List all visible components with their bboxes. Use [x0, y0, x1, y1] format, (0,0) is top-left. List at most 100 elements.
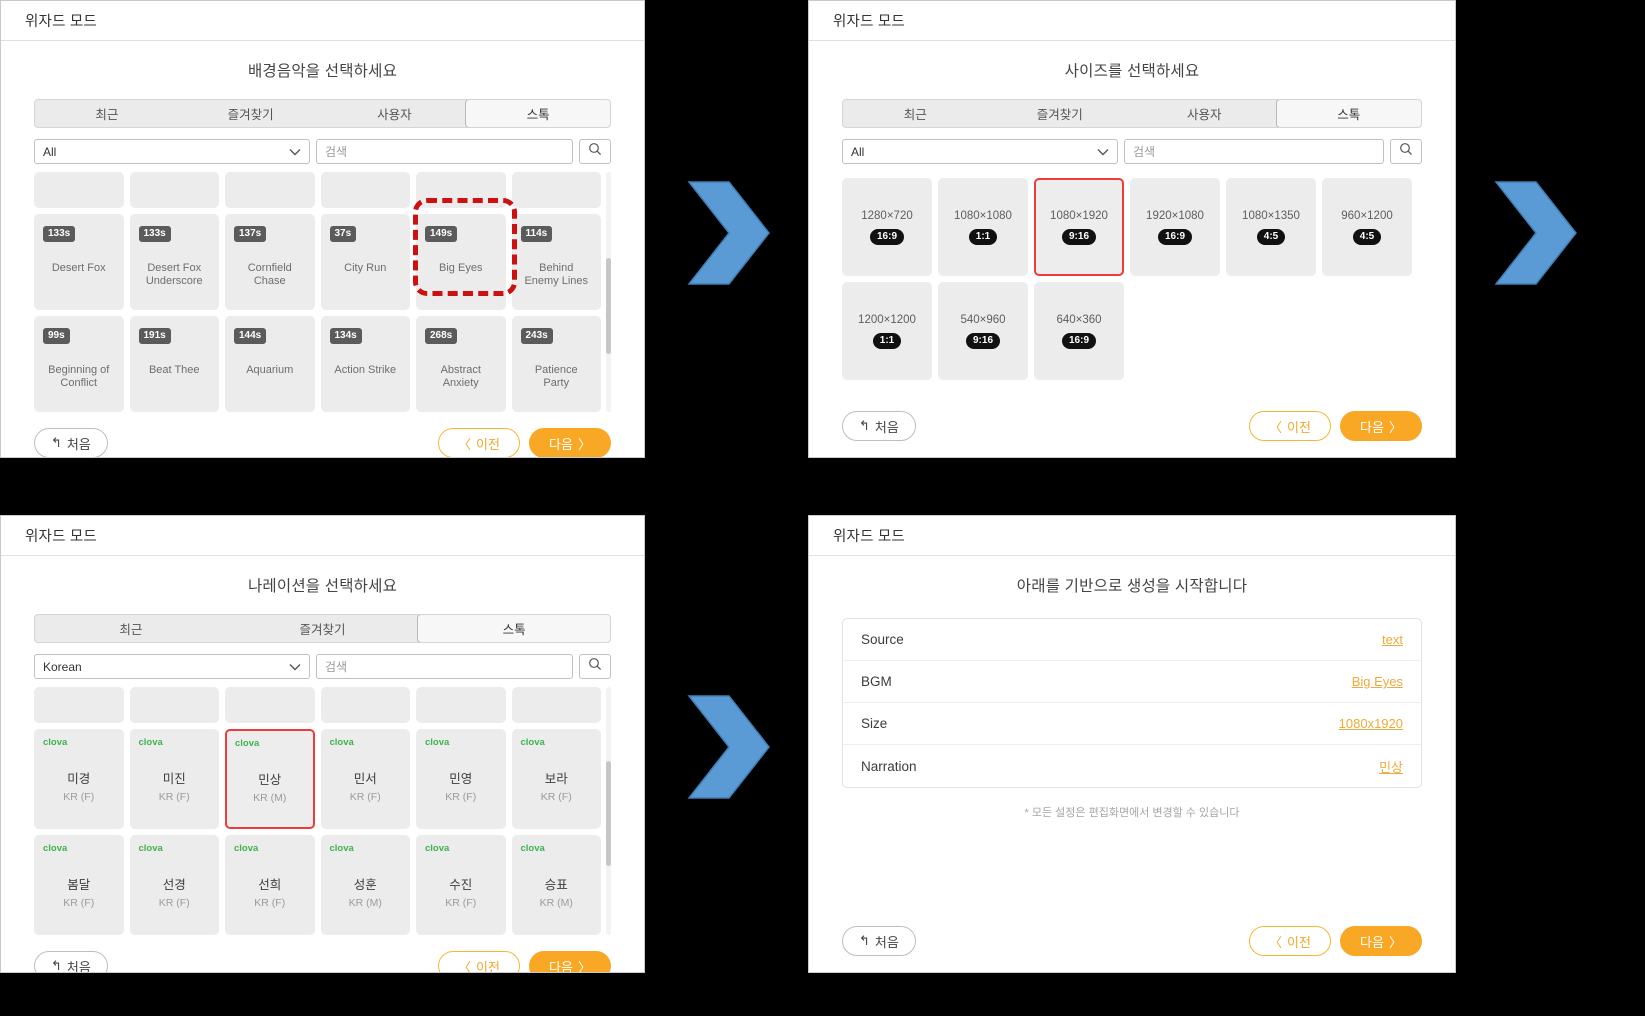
- page-title: 나레이션을 선택하세요: [247, 578, 398, 595]
- search-placeholder: 검색: [1133, 145, 1156, 159]
- bgm-card[interactable]: 149s Big Eyes: [416, 214, 506, 310]
- summary-value-link[interactable]: 1080x1920: [1339, 716, 1403, 731]
- summary-value-link[interactable]: text: [1382, 632, 1403, 647]
- vendor-tag: clova: [329, 843, 354, 854]
- page-title: 배경음악을 선택하세요: [247, 63, 398, 80]
- summary-value-link[interactable]: 민상: [1379, 757, 1403, 776]
- home-button[interactable]: ↰ 처음: [34, 428, 108, 457]
- bgm-card[interactable]: 133s Desert Fox Underscore: [129, 214, 219, 310]
- bgm-grid-scroll[interactable]: 133s Desert Fox 133s Desert Fox Underscore 1…: [34, 172, 611, 412]
- summary-value-link[interactable]: Big Eyes: [1352, 674, 1403, 689]
- size-card[interactable]: 640×360 16:9: [1034, 282, 1124, 380]
- voice-card[interactable]: clova 미경 KR (F): [34, 729, 124, 829]
- duration-badge: 137s: [234, 226, 267, 242]
- prev-button[interactable]: 〈 이전: [438, 951, 520, 972]
- search-button[interactable]: [1390, 139, 1422, 164]
- search-input[interactable]: 검색: [316, 654, 573, 679]
- bgm-card[interactable]: 191s Beat Thee: [129, 316, 219, 412]
- tab-user[interactable]: 사용자: [323, 100, 467, 127]
- narration-grid-scroll[interactable]: clova 미경 KR (F) clova 미진 KR (F) clova 민상 KR (M) c…: [34, 687, 611, 935]
- size-card[interactable]: 1200×1200 1:1: [842, 282, 932, 380]
- scrollbar-vertical[interactable]: [606, 172, 611, 412]
- voice-card[interactable]: clova 성훈 KR (M): [320, 835, 410, 935]
- voice-card[interactable]: clova 봄달 KR (F): [34, 835, 124, 935]
- tab-stock[interactable]: 스톡: [1275, 100, 1421, 127]
- next-button[interactable]: 다음 〉: [529, 428, 611, 457]
- tab-stock[interactable]: 스톡: [417, 615, 610, 642]
- tab-favorites[interactable]: 즐겨찾기: [227, 615, 419, 642]
- vendor-tag: clova: [235, 738, 260, 749]
- bgm-card[interactable]: 243s Patience Party: [511, 316, 601, 412]
- size-card[interactable]: 1280×720 16:9: [842, 178, 932, 276]
- size-card[interactable]: 1080×1920 9:16: [1034, 178, 1124, 276]
- tab-stock[interactable]: 스톡: [465, 100, 610, 127]
- summary-key: Size: [861, 716, 888, 731]
- prev-button-label: 이전: [1287, 934, 1311, 950]
- size-card[interactable]: 1080×1080 1:1: [938, 178, 1028, 276]
- next-button[interactable]: 다음 〉: [529, 951, 611, 972]
- size-grid-scroll[interactable]: 1280×720 16:9 1080×1080 1:1 1080×1920 9:16 192…: [842, 172, 1422, 395]
- duration-badge: 268s: [425, 328, 458, 344]
- prev-button[interactable]: 〈 이전: [438, 428, 520, 457]
- voice-card[interactable]: clova 선경 KR (F): [129, 835, 219, 935]
- prev-button[interactable]: 〈 이전: [1249, 926, 1331, 956]
- tab-favorites[interactable]: 즐겨찾기: [988, 100, 1133, 127]
- nav-buttons: 〈 이전 다음 〉: [438, 428, 611, 457]
- card-partial: [129, 687, 219, 723]
- voice-card[interactable]: clova 선희 KR (F): [225, 835, 315, 935]
- vendor-tag: clova: [520, 737, 545, 748]
- size-card[interactable]: 540×960 9:16: [938, 282, 1028, 380]
- tab-recent[interactable]: 최근: [843, 100, 988, 127]
- size-card[interactable]: 960×1200 4:5: [1322, 178, 1412, 276]
- search-button[interactable]: [579, 139, 611, 164]
- voice-card[interactable]: clova 수진 KR (F): [416, 835, 506, 935]
- voice-card[interactable]: clova 승표 KR (M): [511, 835, 601, 935]
- tab-recent[interactable]: 최근: [35, 100, 179, 127]
- vendor-tag: clova: [43, 737, 68, 748]
- home-button[interactable]: ↰ 처음: [842, 926, 916, 956]
- category-select[interactable]: All: [34, 139, 310, 164]
- scrollbar-vertical[interactable]: [606, 687, 611, 935]
- window-title: 위자드 모드: [833, 14, 905, 30]
- undo-arrow-icon: ↰: [859, 418, 870, 433]
- summary-row: Source text: [843, 619, 1421, 661]
- home-button[interactable]: ↰ 처음: [842, 411, 916, 441]
- scrollbar-thumb[interactable]: [606, 258, 611, 355]
- tab-favorites[interactable]: 즐겨찾기: [179, 100, 323, 127]
- scrollbar-thumb[interactable]: [606, 761, 611, 866]
- search-input[interactable]: 검색: [1124, 139, 1384, 164]
- bgm-card[interactable]: 137s Cornfield Chase: [225, 214, 315, 310]
- ratio-badge: 16:9: [1061, 332, 1096, 349]
- bgm-card[interactable]: 268s Abstract Anxiety: [416, 316, 506, 412]
- voice-card[interactable]: clova 민서 KR (F): [320, 729, 410, 829]
- panel-footer: ↰ 처음 〈 이전 다음 〉: [1, 935, 644, 972]
- voice-card[interactable]: clova 보라 KR (F): [511, 729, 601, 829]
- next-button[interactable]: 다음 〉: [1340, 926, 1422, 956]
- search-icon: [1399, 142, 1413, 161]
- tab-recent[interactable]: 최근: [35, 615, 227, 642]
- bgm-card[interactable]: 144s Aquarium: [225, 316, 315, 412]
- voice-name: 민영: [449, 772, 473, 786]
- search-input[interactable]: 검색: [316, 139, 573, 164]
- bgm-card[interactable]: 37s City Run: [320, 214, 410, 310]
- bgm-card[interactable]: 134s Action Strike: [320, 316, 410, 412]
- voice-meta: KR (M): [253, 792, 287, 804]
- size-card[interactable]: 1920×1080 16:9: [1130, 178, 1220, 276]
- voice-card[interactable]: clova 민상 KR (M): [225, 729, 315, 829]
- language-select[interactable]: Korean: [34, 654, 310, 679]
- voice-card[interactable]: clova 미진 KR (F): [129, 729, 219, 829]
- bgm-card[interactable]: 133s Desert Fox: [34, 214, 124, 310]
- bgm-card[interactable]: 99s Beginning of Conflict: [34, 316, 124, 412]
- search-button[interactable]: [579, 654, 611, 679]
- bgm-card[interactable]: 114s Behind Enemy Lines: [511, 214, 601, 310]
- prev-button[interactable]: 〈 이전: [1249, 411, 1331, 441]
- next-button[interactable]: 다음 〉: [1340, 411, 1422, 441]
- category-select[interactable]: All: [842, 139, 1118, 164]
- tab-user[interactable]: 사용자: [1132, 100, 1277, 127]
- voice-card[interactable]: clova 민영 KR (F): [416, 729, 506, 829]
- size-card[interactable]: 1080×1350 4:5: [1226, 178, 1316, 276]
- undo-arrow-icon: ↰: [51, 435, 62, 450]
- voice-name: 승표: [544, 878, 568, 892]
- home-button[interactable]: ↰ 처음: [34, 951, 108, 972]
- size-label: 1920×1080: [1146, 209, 1204, 222]
